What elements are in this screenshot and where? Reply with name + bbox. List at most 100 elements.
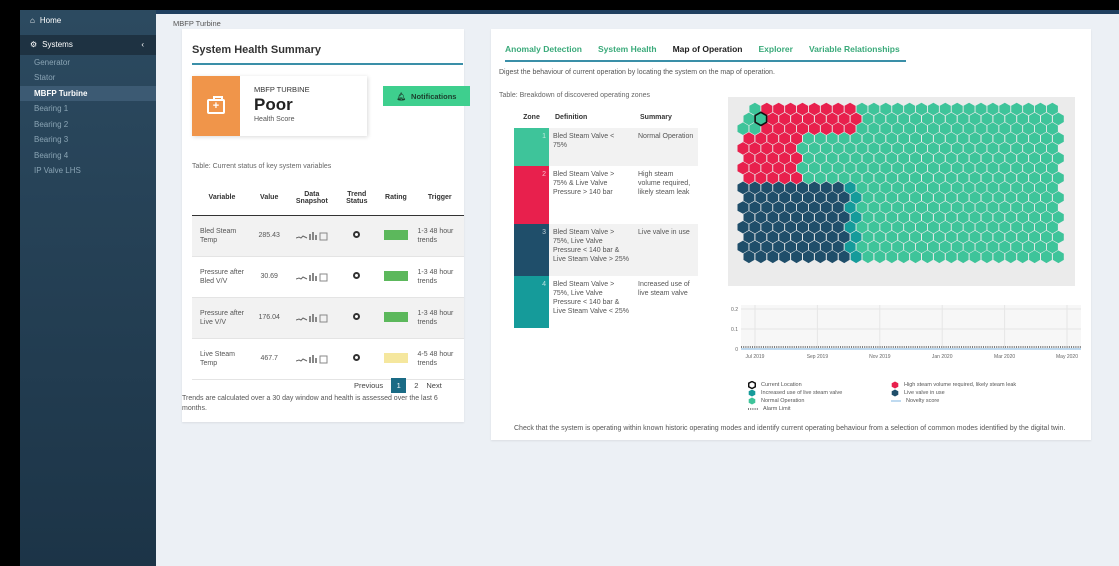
variables-table: Variable Value Data Snapshot Trend Status Ra… — [192, 181, 464, 380]
hex-swatch — [891, 389, 899, 397]
sidebar-item-home[interactable]: ⌂ Home — [20, 13, 156, 29]
zone-row: 2 Bled Steam Valve > 75% & Live Valve Pre… — [514, 166, 698, 224]
legend-leak: High steam volume required, likely steam… — [891, 381, 1016, 389]
app-frame: ⌂ Home ⚙ Systems ‹ Generator Stator MBFP T… — [20, 10, 1119, 566]
x-tick-label: Jul 2019 — [746, 354, 765, 360]
legend-novelty-label: Novelty score — [906, 398, 940, 404]
previous-button[interactable]: Previous — [354, 381, 383, 390]
pagination: Previous 1 2 Next — [354, 378, 442, 393]
data-snapshot[interactable] — [286, 256, 338, 298]
chevron-left-icon: ‹ — [141, 39, 144, 49]
zone-definition: Bled Steam Valve > 75%, Live Valve Press… — [549, 224, 634, 276]
x-tick-label: Nov 2019 — [869, 354, 891, 360]
bell-icon: 🔔︎ — [396, 91, 407, 101]
trend-status-icon — [353, 231, 361, 238]
sidebar-item-systems[interactable]: ⚙ Systems ‹ — [20, 34, 156, 55]
sidebar-item-generator[interactable]: Generator — [20, 55, 156, 71]
zone-summary: Increased use of live steam valve — [634, 276, 698, 328]
data-snapshot[interactable] — [286, 215, 338, 257]
trigger: 1-3 48 hour trends — [415, 215, 464, 257]
sidebar-item-bearing-3[interactable]: Bearing 3 — [20, 132, 156, 148]
page-1-button[interactable]: 1 — [391, 378, 407, 393]
legend-current: Current Location — [748, 381, 802, 389]
variable-name: Live Steam Temp — [192, 338, 252, 380]
page-2-button[interactable]: 2 — [414, 381, 418, 390]
health-score-value: Poor — [254, 95, 293, 114]
variable-name: Pressure after Live V/V — [192, 297, 252, 339]
sidebar-item-bearing-4[interactable]: Bearing 4 — [20, 148, 156, 164]
legend-alarm-label: Alarm Limit — [763, 406, 791, 412]
column-header[interactable]: Variable — [192, 181, 252, 216]
trend-status — [337, 215, 377, 257]
plot-area — [741, 305, 1081, 349]
sidebar-item-bearing-1[interactable]: Bearing 1 — [20, 101, 156, 117]
trigger: 1-3 48 hour trends — [415, 297, 464, 339]
data-snapshot[interactable] — [286, 297, 338, 339]
novelty-plot: 0 0.1 0.2 Jul 2019 Sep 2019 Nov 2019 Jan 2020 M… — [731, 305, 1081, 360]
rating — [376, 256, 416, 298]
table-row: Live Steam Temp 467.7 4-5 48 hour trends — [192, 338, 464, 380]
check-text: Check that the system is operating withi… — [514, 425, 1066, 432]
data-snapshot[interactable] — [286, 338, 338, 380]
trend-status — [337, 297, 377, 339]
column-header[interactable]: Value — [251, 181, 287, 216]
column-header[interactable]: Data Snapshot — [286, 181, 338, 216]
column-header[interactable]: Trend Status — [337, 181, 377, 216]
notifications-button[interactable]: 🔔︎ Notifications — [383, 86, 470, 106]
zone-summary: Live valve in use — [634, 224, 698, 276]
rating — [376, 215, 416, 257]
sidebar: ⌂ Home ⚙ Systems ‹ Generator Stator MBFP T… — [20, 10, 156, 566]
tab-explorer[interactable]: Explorer — [758, 44, 793, 54]
hex-swatch — [891, 381, 899, 389]
trigger: 1-3 48 hour trends — [415, 256, 464, 298]
tab-map-of-operation[interactable]: Map of Operation — [673, 44, 743, 54]
health-summary-panel: System Health Summary + MBFP TURBINE Poo… — [182, 29, 470, 422]
column-header[interactable]: Rating — [376, 181, 416, 216]
rating-swatch — [383, 352, 408, 363]
sidebar-item-bearing-2[interactable]: Bearing 2 — [20, 117, 156, 133]
x-tick-label: Mar 2020 — [994, 354, 1015, 360]
notifications-label: Notifications — [411, 91, 457, 101]
sidebar-item-mbfp-turbine[interactable]: MBFP Turbine — [20, 85, 156, 101]
dotted-line-swatch — [748, 408, 758, 410]
variable-name: Bled Steam Temp — [192, 215, 252, 257]
x-tick-label: May 2020 — [1056, 354, 1078, 360]
legend-live: Live valve in use — [891, 389, 945, 397]
legend-increased-label: Increased use of live steam valve — [761, 390, 843, 396]
zone-column-header: Zone — [523, 113, 540, 121]
sidebar-item-ip-valve-lhs[interactable]: IP Valve LHS — [20, 163, 156, 179]
sparkline-icon — [295, 354, 328, 363]
zone-table-caption: Table: Breakdown of discovered operating… — [499, 92, 650, 99]
table-row: Bled Steam Temp 285.43 1-3 48 hour trends — [192, 215, 464, 257]
sidebar-item-stator[interactable]: Stator — [20, 70, 156, 86]
zones-table: Zone Definition Summary 1 Bled Steam Valve … — [514, 106, 698, 328]
legend-normal-label: Normal Operation — [761, 398, 805, 404]
title-divider — [192, 63, 463, 65]
legend-live-label: Live valve in use — [904, 390, 945, 396]
x-tick-label: Jan 2020 — [932, 354, 953, 360]
column-header[interactable]: Trigger — [415, 181, 464, 216]
systems-icon: ⚙ — [30, 39, 38, 49]
tab-anomaly-detection[interactable]: Anomaly Detection — [505, 44, 582, 54]
home-icon: ⌂ — [30, 16, 35, 25]
trend-status — [337, 256, 377, 298]
map-of-operation-panel: Anomaly Detection System Health Map of Ope… — [491, 29, 1091, 440]
medical-kit-icon: + — [192, 76, 240, 136]
zone-number: 3 — [514, 224, 549, 276]
trend-status-icon — [353, 354, 361, 361]
sidebar-home-label: Home — [39, 16, 62, 25]
y-tick-label: 0.1 — [731, 327, 738, 333]
breadcrumb: MBFP Turbine — [173, 19, 221, 28]
next-button[interactable]: Next — [426, 381, 441, 390]
tab-variable-relationships[interactable]: Variable Relationships — [809, 44, 900, 54]
variable-value: 176.04 — [251, 297, 287, 339]
table-caption: Table: Current status of key system vari… — [192, 163, 332, 170]
sparkline-icon — [295, 313, 328, 322]
tab-system-health[interactable]: System Health — [598, 44, 657, 54]
hex-swatch — [748, 389, 756, 397]
zone-definition: Bled Steam Valve < 75% — [549, 128, 634, 166]
variable-value: 30.69 — [251, 256, 287, 298]
current-location-icon — [748, 381, 756, 389]
digest-text: Digest the behaviour of current operatio… — [499, 69, 775, 76]
legend-novelty: Novelty score — [891, 397, 939, 405]
